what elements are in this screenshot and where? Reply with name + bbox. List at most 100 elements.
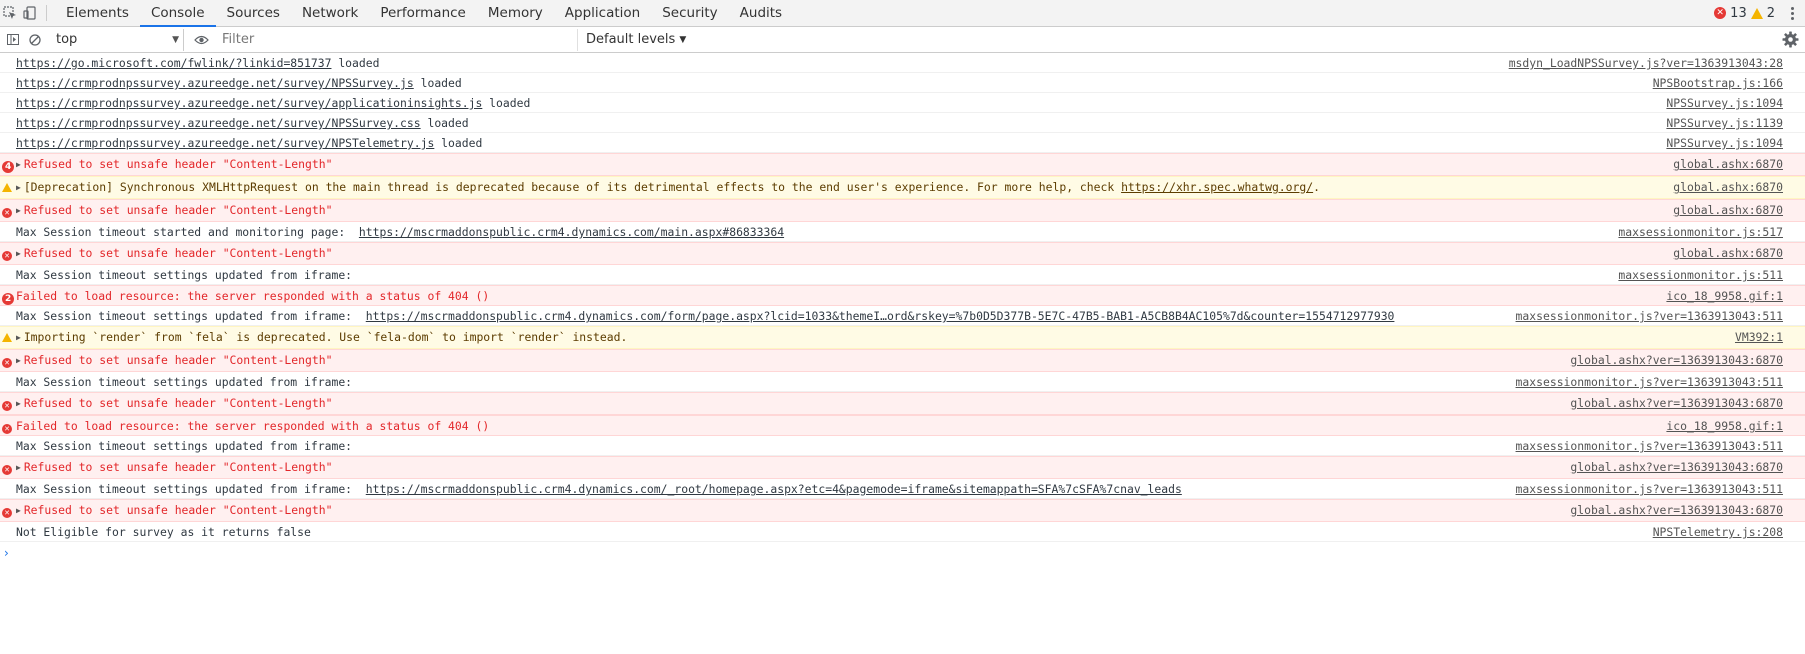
console-message-log[interactable]: https://crmprodnpssurvey.azureedge.net/s… [0,113,1805,133]
devtools-tabbar: Elements Console Sources Network Performance… [0,0,1805,27]
tab-performance[interactable]: Performance [369,0,477,26]
repeat-count-badge: 4 [2,161,15,173]
console-message-error[interactable]: 4 ▶ Refused to set unsafe header "Content-… [0,153,1805,176]
prompt-chevron-icon: › [4,546,9,560]
expand-triangle-icon[interactable]: ▶ [16,181,21,195]
source-link[interactable]: global.ashx?ver=1363913043:6870 [1570,503,1783,519]
console-message-error[interactable]: 2 Failed to load resource: the server res… [0,285,1805,306]
show-sidebar-icon[interactable] [4,31,22,49]
console-message-log[interactable]: https://crmprodnpssurvey.azureedge.net/s… [0,93,1805,113]
filter-input[interactable]: Filter [216,28,578,51]
source-link[interactable]: global.ashx:6870 [1673,157,1783,173]
expand-triangle-icon[interactable]: ▶ [16,354,21,368]
console-message-warning[interactable]: ▶ [Deprecation] Synchronous XMLHttpReques… [0,176,1805,199]
source-link[interactable]: ico_18_9958.gif:1 [1666,419,1783,433]
error-icon: ✕ [2,508,12,518]
source-link[interactable]: maxsessionmonitor.js:517 [1618,225,1783,239]
message-link[interactable]: https://mscrmaddonspublic.crm4.dynamics.… [366,309,1395,323]
source-link[interactable]: msdyn_LoadNPSSurvey.js?ver=1363913043:28 [1509,56,1783,70]
source-link[interactable]: maxsessionmonitor.js?ver=1363913043:511 [1516,482,1783,496]
source-link[interactable]: global.ashx:6870 [1673,203,1783,219]
message-suffix: loaded [420,116,469,130]
expand-triangle-icon[interactable]: ▶ [16,247,21,261]
expand-triangle-icon[interactable]: ▶ [16,158,21,172]
source-link[interactable]: NPSSurvey.js:1094 [1666,136,1783,150]
console-message-log[interactable]: https://crmprodnpssurvey.azureedge.net/s… [0,73,1805,93]
console-message-error[interactable]: ✕ ▶ Refused to set unsafe header "Content-… [0,242,1805,265]
source-link[interactable]: global.ashx?ver=1363913043:6870 [1570,353,1783,369]
expand-triangle-icon[interactable]: ▶ [16,397,21,411]
tab-sources[interactable]: Sources [216,0,291,26]
message-link[interactable]: https://crmprodnpssurvey.azureedge.net/s… [16,136,434,150]
source-link[interactable]: maxsessionmonitor.js?ver=1363913043:511 [1516,439,1783,453]
live-expression-eye-icon[interactable] [192,31,210,49]
console-message-error[interactable]: ✕ ▶ Refused to set unsafe header "Content-… [0,349,1805,372]
console-message-error[interactable]: ✕ Failed to load resource: the server res… [0,415,1805,436]
expand-triangle-icon[interactable]: ▶ [16,204,21,218]
message-body: Max Session timeout settings updated fro… [16,375,359,389]
source-link[interactable]: global.ashx:6870 [1673,246,1783,262]
console-message-error[interactable]: ✕ ▶ Refused to set unsafe header "Content-… [0,456,1805,479]
message-link[interactable]: https://crmprodnpssurvey.azureedge.net/s… [16,116,421,130]
message-link[interactable]: https://mscrmaddonspublic.crm4.dynamics.… [359,225,784,239]
console-message-log[interactable]: Max Session timeout settings updated fro… [0,479,1805,499]
console-message-error[interactable]: ✕ ▶ Refused to set unsafe header "Content-… [0,499,1805,522]
console-message-warning[interactable]: ▶ Importing `render` from `fela` is depre… [0,326,1805,349]
console-message-log[interactable]: Max Session timeout started and monitori… [0,222,1805,242]
console-message-error[interactable]: ✕ ▶ Refused to set unsafe header "Content-… [0,392,1805,415]
tab-elements[interactable]: Elements [55,0,140,26]
source-link[interactable]: NPSTelemetry.js:208 [1653,525,1783,539]
gear-icon[interactable] [1782,31,1799,48]
tab-console[interactable]: Console [139,0,216,27]
source-link[interactable]: NPSSurvey.js:1094 [1666,96,1783,110]
source-link[interactable]: global.ashx:6870 [1673,180,1783,196]
console-message-log[interactable]: Max Session timeout settings updated fro… [0,306,1805,326]
message-text: Not Eligible for survey as it returns fa… [16,525,1653,539]
source-link[interactable]: VM392:1 [1735,330,1783,346]
expand-triangle-icon[interactable]: ▶ [16,331,21,345]
source-link[interactable]: global.ashx?ver=1363913043:6870 [1570,460,1783,476]
console-message-log[interactable]: https://crmprodnpssurvey.azureedge.net/s… [0,133,1805,153]
console-message-log[interactable]: Max Session timeout settings updated fro… [0,265,1805,285]
message-body: Refused to set unsafe header "Content-Le… [23,460,333,474]
tab-security[interactable]: Security [651,0,728,26]
console-message-log[interactable]: Max Session timeout settings updated fro… [0,436,1805,456]
source-link[interactable]: NPSSurvey.js:1139 [1666,116,1783,130]
message-link[interactable]: https://crmprodnpssurvey.azureedge.net/s… [16,96,482,110]
issue-counters[interactable]: ✕ 13 2 [1714,0,1805,26]
console-message-log[interactable]: Not Eligible for survey as it returns fa… [0,522,1805,542]
error-icon: ✕ [2,251,12,261]
source-link[interactable]: maxsessionmonitor.js?ver=1363913043:511 [1516,375,1783,389]
console-message-log[interactable]: Max Session timeout settings updated fro… [0,372,1805,392]
message-link[interactable]: https://crmprodnpssurvey.azureedge.net/s… [16,76,414,90]
console-message-log[interactable]: https://go.microsoft.com/fwlink/?linkid=… [0,53,1805,73]
device-toolbar-icon[interactable] [20,0,40,26]
filter-placeholder: Filter [222,32,255,47]
tab-application[interactable]: Application [554,0,651,26]
console-message-error[interactable]: ✕ ▶ Refused to set unsafe header "Content-… [0,199,1805,222]
log-levels-dropdown[interactable]: Default levels ▼ [586,32,686,47]
source-link[interactable]: global.ashx?ver=1363913043:6870 [1570,396,1783,412]
warning-count-icon [1750,7,1763,19]
message-text: ▶ Refused to set unsafe header "Content-L… [16,353,1570,369]
tab-memory[interactable]: Memory [477,0,554,26]
expand-triangle-icon[interactable]: ▶ [16,504,21,518]
source-link[interactable]: ico_18_9958.gif:1 [1666,289,1783,303]
message-link[interactable]: https://go.microsoft.com/fwlink/?linkid=… [16,56,331,70]
context-selector[interactable]: top ▼ [50,28,184,51]
console-prompt[interactable]: › [0,542,1805,560]
inspect-element-icon[interactable] [0,0,20,26]
more-options-icon[interactable] [1785,6,1799,20]
source-link[interactable]: NPSBootstrap.js:166 [1653,76,1783,90]
tab-audits[interactable]: Audits [729,0,793,26]
message-link[interactable]: https://xhr.spec.whatwg.org/ [1121,180,1313,194]
message-text: ▶ Importing `render` from `fela` is depre… [16,330,1735,346]
expand-triangle-icon[interactable]: ▶ [16,461,21,475]
message-text: Max Session timeout started and monitori… [16,225,1618,239]
source-link[interactable]: maxsessionmonitor.js?ver=1363913043:511 [1516,309,1783,323]
message-text: https://crmprodnpssurvey.azureedge.net/s… [16,116,1666,130]
message-link[interactable]: https://mscrmaddonspublic.crm4.dynamics.… [366,482,1182,496]
tab-network[interactable]: Network [291,0,369,26]
source-link[interactable]: maxsessionmonitor.js:511 [1618,268,1783,282]
clear-console-icon[interactable] [26,31,44,49]
